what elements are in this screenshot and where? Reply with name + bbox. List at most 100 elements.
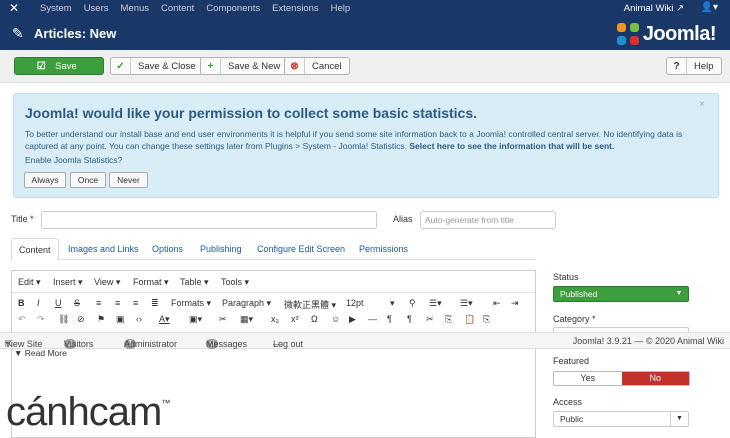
font-size-caret-icon[interactable]: ▾ <box>390 298 395 309</box>
access-select[interactable]: Public ▼ <box>553 411 689 427</box>
featured-toggle: Yes No <box>553 371 690 386</box>
paste-text-icon[interactable]: ⎘ <box>483 314 490 325</box>
once-button[interactable]: Once <box>70 172 106 188</box>
statistics-body: To better understand our install base an… <box>25 129 683 151</box>
editor-toolbar-row2: ↶ ↷ ⛓ ⊘ ⚑ ▣ ‹› A▾ ▣▾ ✂ ▦▾ x₂ x² Ω ☺ ▶ — … <box>12 313 535 329</box>
align-left-icon[interactable]: ≡ <box>96 298 101 308</box>
editor-menu-view[interactable]: View ▾ <box>94 277 120 288</box>
menu-system[interactable]: System <box>40 3 72 14</box>
tab-options[interactable]: Options <box>152 244 183 254</box>
editor-menu-format[interactable]: Format ▾ <box>133 277 169 288</box>
editor-menu-table[interactable]: Table ▾ <box>180 277 209 288</box>
indent-icon[interactable]: ⇥ <box>511 298 519 309</box>
media-icon[interactable]: ▶ <box>349 314 356 325</box>
tab-images-links[interactable]: Images and Links <box>68 244 139 254</box>
clear-format-icon[interactable]: ✂ <box>219 314 227 325</box>
title-label: Title * <box>11 214 34 224</box>
outdent-icon[interactable]: ⇤ <box>493 298 501 309</box>
rtl-icon[interactable]: ¶ <box>407 314 412 324</box>
formats-dropdown[interactable]: Formats ▾ <box>171 298 211 309</box>
find-icon[interactable]: ⚲ <box>409 298 416 309</box>
toolbar: ☑ Save ✓ Save & Close + Save & New ⊗ Can… <box>0 50 730 83</box>
check-square-icon: ☑ <box>36 60 46 72</box>
tab-publishing[interactable]: Publishing <box>200 244 242 254</box>
anchor-icon[interactable]: ⚑ <box>97 314 105 325</box>
editor-menu-edit[interactable]: Edit ▾ <box>18 277 41 288</box>
cancel-button[interactable]: ⊗ Cancel <box>284 57 350 75</box>
menu-help[interactable]: Help <box>331 3 351 14</box>
table-icon[interactable]: ▦▾ <box>240 314 253 325</box>
horizontal-rule-icon[interactable]: — <box>368 314 377 324</box>
close-icon[interactable]: × <box>699 99 705 110</box>
save-new-button[interactable]: + Save & New <box>200 57 289 75</box>
emoticons-icon[interactable]: ☺ <box>331 314 340 324</box>
joomla-logo: Joomla! <box>616 22 717 46</box>
underline-icon[interactable]: U <box>55 298 62 308</box>
menu-extensions[interactable]: Extensions <box>272 3 318 14</box>
italic-icon[interactable]: I <box>37 298 40 308</box>
featured-no-button[interactable]: No <box>621 372 689 385</box>
align-center-icon[interactable]: ≡ <box>115 298 120 308</box>
read-more-button[interactable]: ▼ Read More <box>14 348 67 358</box>
pencil-icon: ✎ <box>12 25 24 41</box>
joomla-menu-icon[interactable]: ✕ <box>9 2 21 14</box>
always-button[interactable]: Always <box>24 172 66 188</box>
superscript-icon[interactable]: x² <box>291 314 299 324</box>
image-icon[interactable]: ▣ <box>116 314 125 325</box>
tab-content[interactable]: Content <box>11 238 59 261</box>
paste-icon[interactable]: 📋 <box>464 314 475 325</box>
page-title: Articles: New <box>34 26 117 41</box>
code-icon[interactable]: ‹› <box>136 314 142 324</box>
editor-menubar: Edit ▾ Insert ▾ View ▾ Format ▾ Table ▾ … <box>12 271 535 293</box>
paragraph-mark-icon[interactable]: ¶ <box>387 314 392 324</box>
cut-icon[interactable]: ✂ <box>426 314 434 325</box>
chevron-down-icon: ▼ <box>670 412 688 426</box>
background-color-icon[interactable]: ▣▾ <box>189 314 202 325</box>
save-button[interactable]: ☑ Save <box>14 57 104 75</box>
tab-configure-edit-screen[interactable]: Configure Edit Screen <box>257 244 345 254</box>
numbered-list-icon[interactable]: ☰▾ <box>460 298 473 309</box>
strikethrough-icon[interactable]: S <box>74 298 80 308</box>
chevron-down-icon: ▼ <box>675 290 683 297</box>
access-label: Access <box>553 397 583 407</box>
help-button[interactable]: ? Help <box>666 57 722 75</box>
statistics-message: × Joomla! would like your permission to … <box>13 93 719 198</box>
omega-icon[interactable]: Ω <box>311 314 318 324</box>
menu-menus[interactable]: Menus <box>121 3 150 14</box>
copy-icon[interactable]: ⎘ <box>445 314 452 325</box>
status-label: Status <box>553 272 579 282</box>
paragraph-dropdown[interactable]: Paragraph ▾ <box>222 298 271 309</box>
article-tabs: Content Images and Links Options Publish… <box>11 238 536 261</box>
alias-input[interactable]: Auto-generate from title <box>420 211 556 229</box>
menu-components[interactable]: Components <box>206 3 260 14</box>
editor-menu-tools[interactable]: Tools ▾ <box>221 277 249 288</box>
bold-icon[interactable]: B <box>18 298 25 308</box>
subscript-icon[interactable]: x₂ <box>271 314 279 324</box>
font-size-dropdown[interactable]: 12pt <box>346 298 364 308</box>
save-close-button[interactable]: ✓ Save & Close <box>110 57 204 75</box>
featured-label: Featured <box>553 356 590 366</box>
editor-menu-insert[interactable]: Insert ▾ <box>53 277 83 288</box>
align-right-icon[interactable]: ≡ <box>133 298 138 308</box>
joomla-logo-text: Joomla! <box>642 22 717 45</box>
undo-icon[interactable]: ↶ <box>18 314 26 325</box>
site-link[interactable]: Animal Wiki ↗ <box>624 3 684 14</box>
menu-content[interactable]: Content <box>161 3 194 14</box>
alias-label: Alias <box>393 214 413 224</box>
align-justify-icon[interactable]: ≣ <box>151 298 159 309</box>
link-icon[interactable]: ⛓ <box>58 314 69 325</box>
redo-icon[interactable]: ↷ <box>37 314 45 325</box>
tab-permissions[interactable]: Permissions <box>359 244 408 254</box>
featured-yes-button[interactable]: Yes <box>554 372 622 385</box>
unlink-icon[interactable]: ⊘ <box>77 314 85 325</box>
top-navigation: ✕ System Users Menus Content Components … <box>0 0 730 17</box>
never-button[interactable]: Never <box>109 172 148 188</box>
status-select[interactable]: Published ▼ <box>553 286 689 302</box>
font-family-dropdown[interactable]: 微軟正黑體 ▾ <box>284 298 336 311</box>
menu-users[interactable]: Users <box>84 3 109 14</box>
title-input[interactable] <box>41 211 377 229</box>
user-icon[interactable]: 👤▾ <box>701 2 718 13</box>
text-color-icon[interactable]: A▾ <box>159 314 170 325</box>
bullet-list-icon[interactable]: ☰▾ <box>429 298 442 309</box>
statistics-info-link[interactable]: Select here to see the information that … <box>409 141 614 151</box>
